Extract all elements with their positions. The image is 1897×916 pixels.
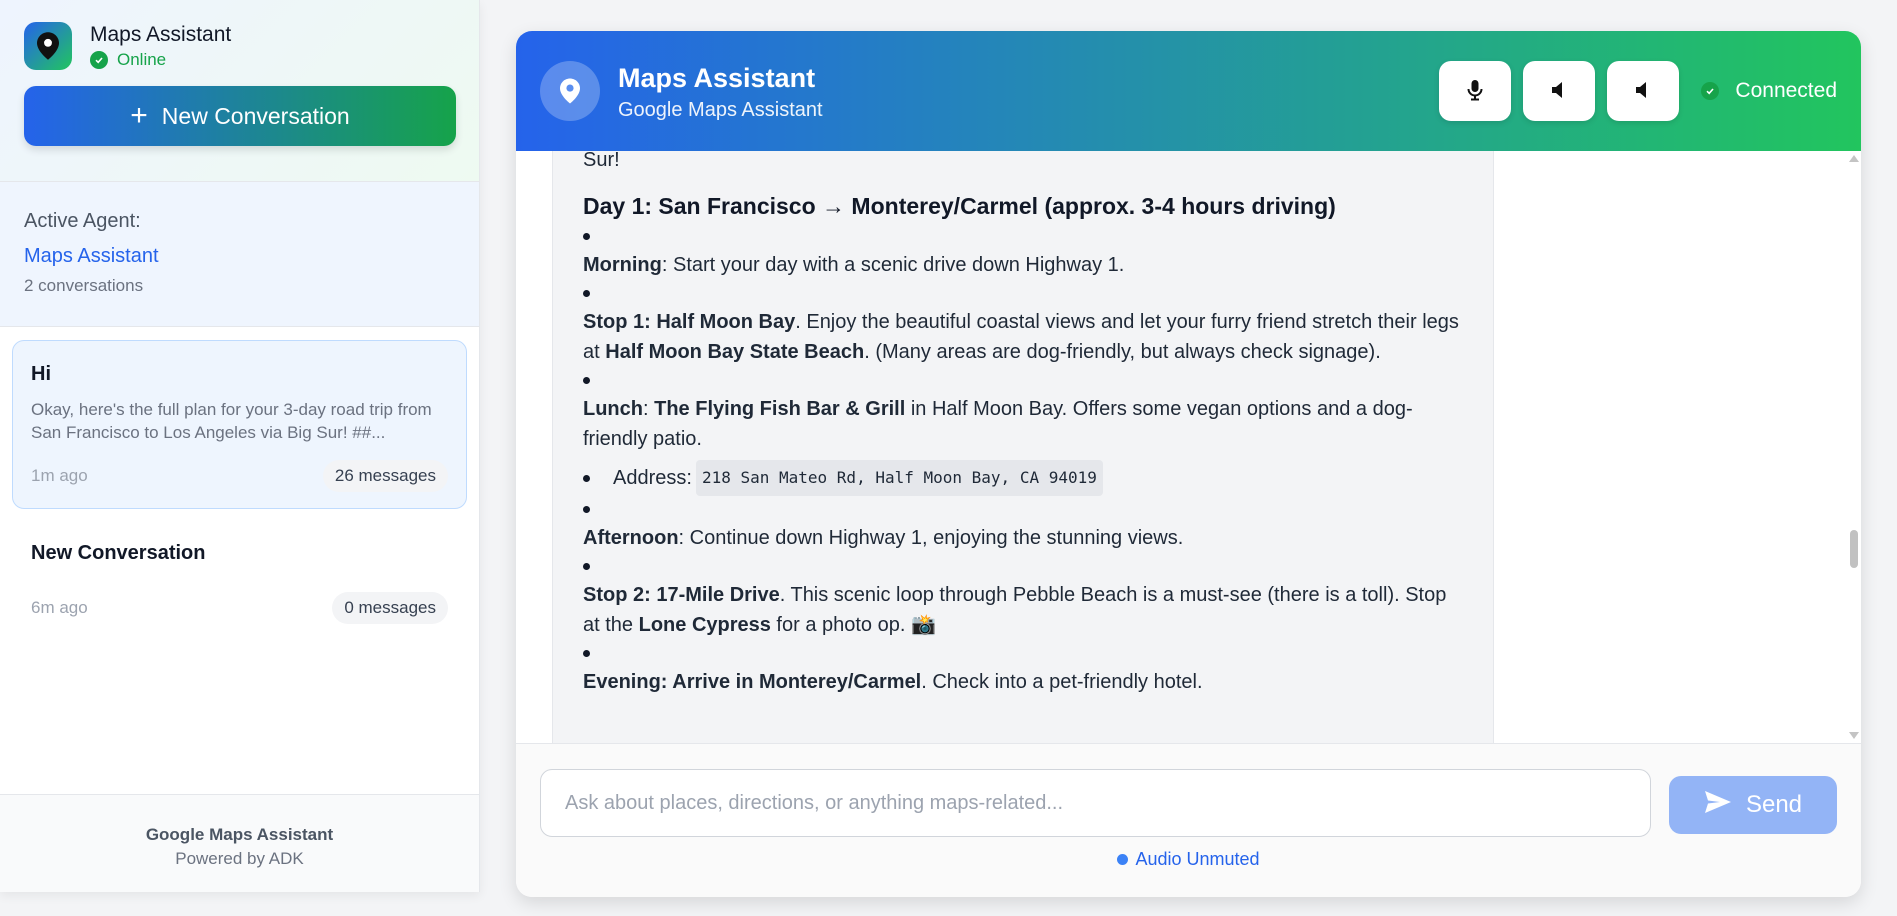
morning-label: Morning — [583, 254, 662, 276]
day-heading: Day 1: San Francisco → Monterey/Carmel (… — [583, 193, 1336, 219]
bullet — [583, 563, 590, 570]
speaker-icon — [1551, 81, 1567, 102]
stop2-place: Lone Cypress — [638, 614, 771, 636]
audio-output-button[interactable] — [1607, 61, 1680, 121]
scrollbar[interactable] — [1847, 151, 1861, 743]
address-item: Address: 218 San Mateo Rd, Half Moon Bay… — [583, 460, 1463, 496]
stop2-tail: for a photo op. 📸 — [770, 614, 936, 636]
bullet — [583, 290, 590, 297]
bullet — [583, 377, 590, 384]
address-code: 218 San Mateo Rd, Half Moon Bay, CA 9401… — [695, 460, 1103, 496]
chat-title: Maps Assistant — [618, 62, 816, 93]
bullet — [583, 233, 590, 240]
scroll-down-arrow-icon[interactable] — [1849, 732, 1859, 739]
chat-panel: Maps Assistant Google Maps Assistant Con… — [516, 31, 1861, 897]
brand: Maps Assistant Online — [24, 22, 455, 70]
stop1-label: Stop 1: Half Moon Bay — [583, 311, 796, 333]
conversation-preview: Okay, here's the full plan for your 3-da… — [31, 400, 432, 442]
evening-label: Evening: Arrive in Monterey/Carmel — [583, 671, 922, 693]
message-count-badge: 26 messages — [322, 460, 448, 492]
audio-status: Audio Unmuted — [516, 849, 1861, 870]
conversation-time: 6m ago — [31, 598, 88, 617]
map-pin-icon — [540, 61, 600, 121]
audio-status-text: Audio Unmuted — [1135, 849, 1260, 869]
assistant-message: Sur! Day 1: San Francisco → Monterey/Car… — [552, 151, 1494, 743]
sidebar: Maps Assistant Online + New Conversation… — [0, 0, 480, 892]
message-list[interactable]: Sur! Day 1: San Francisco → Monterey/Car… — [516, 151, 1861, 743]
stop1-tail: . (Many areas are dog-friendly, but alwa… — [864, 341, 1381, 363]
speaker-button[interactable] — [1523, 61, 1596, 121]
evening-text: . Check into a pet-friendly hotel. — [921, 671, 1203, 693]
conversation-title: New Conversation — [31, 542, 206, 564]
lunch-place: The Flying Fish Bar & Grill — [654, 398, 906, 420]
stop1-beach: Half Moon Bay State Beach — [605, 341, 865, 363]
morning-item: Morning: Start your day with a scenic dr… — [583, 250, 1463, 280]
footer-subtitle: Powered by ADK — [175, 849, 304, 868]
online-status: Online — [90, 50, 231, 70]
bullet — [583, 506, 590, 513]
lunch-sep: : — [643, 398, 655, 420]
stop2-label: Stop 2: 17-Mile Drive — [583, 584, 780, 606]
status-text: Online — [117, 50, 167, 69]
sidebar-header: Maps Assistant Online + New Conversation — [0, 0, 479, 182]
microphone-icon — [1466, 79, 1484, 104]
stop1-item: Stop 1: Half Moon Bay. Enjoy the beautif… — [583, 307, 1463, 367]
status-dot — [1117, 854, 1129, 865]
message-input[interactable] — [540, 769, 1651, 837]
active-agent-name[interactable]: Maps Assistant — [24, 245, 455, 268]
chat-header: Maps Assistant Google Maps Assistant Con… — [516, 31, 1861, 151]
chat-subtitle: Google Maps Assistant — [618, 98, 823, 121]
afternoon-label: Afternoon — [583, 527, 679, 549]
lunch-item: Lunch: The Flying Fish Bar & Grill in Ha… — [583, 394, 1463, 454]
composer: Send Audio Unmuted — [516, 743, 1861, 897]
new-conversation-button[interactable]: + New Conversation — [24, 86, 456, 146]
lunch-label: Lunch — [583, 398, 643, 420]
active-agent-panel: Active Agent: Maps Assistant 2 conversat… — [0, 182, 479, 327]
scroll-thumb[interactable] — [1850, 530, 1858, 568]
address-label: Address: — [613, 467, 692, 489]
microphone-button[interactable] — [1439, 61, 1512, 121]
app-name: Maps Assistant — [90, 23, 232, 46]
connection-text: Connected — [1735, 79, 1837, 102]
speaker-icon — [1635, 81, 1651, 102]
connection-status: Connected — [1701, 79, 1837, 103]
bullet — [583, 650, 590, 657]
conversation-count: 2 conversations — [24, 276, 144, 295]
stop2-item: Stop 2: 17-Mile Drive. This scenic loop … — [583, 580, 1463, 640]
morning-text: : Start your day with a scenic drive dow… — [661, 254, 1125, 276]
message-fragment: Sur! — [583, 151, 620, 171]
send-button[interactable]: Send — [1669, 776, 1837, 834]
bullet — [583, 474, 590, 482]
header-controls: Connected — [1439, 61, 1837, 121]
evening-item: Evening: Arrive in Monterey/Carmel. Chec… — [583, 667, 1463, 697]
active-agent-label: Active Agent: — [24, 210, 141, 232]
conversation-title: Hi — [31, 363, 51, 385]
footer-title: Google Maps Assistant — [145, 825, 334, 844]
conversation-item-hi[interactable]: Hi Okay, here's the full plan for your 3… — [12, 340, 467, 509]
send-label: Send — [1745, 791, 1803, 818]
check-icon — [90, 51, 108, 69]
conversation-item-new[interactable]: New Conversation 6m ago 0 messages — [12, 519, 467, 641]
paper-plane-icon — [1704, 790, 1746, 821]
plus-icon: + — [130, 99, 148, 132]
conversation-time: 1m ago — [31, 466, 88, 485]
check-icon — [1701, 82, 1720, 100]
afternoon-text: : Continue down Highway 1, enjoying the … — [678, 527, 1184, 549]
conversation-list: Hi Okay, here's the full plan for your 3… — [0, 327, 479, 664]
scroll-up-arrow-icon[interactable] — [1849, 155, 1859, 162]
message-count-badge: 0 messages — [332, 592, 448, 624]
map-pin-icon — [24, 22, 72, 70]
new-conversation-label: New Conversation — [161, 102, 350, 129]
afternoon-item: Afternoon: Continue down Highway 1, enjo… — [583, 523, 1463, 553]
sidebar-footer: Google Maps Assistant Powered by ADK — [0, 794, 479, 892]
